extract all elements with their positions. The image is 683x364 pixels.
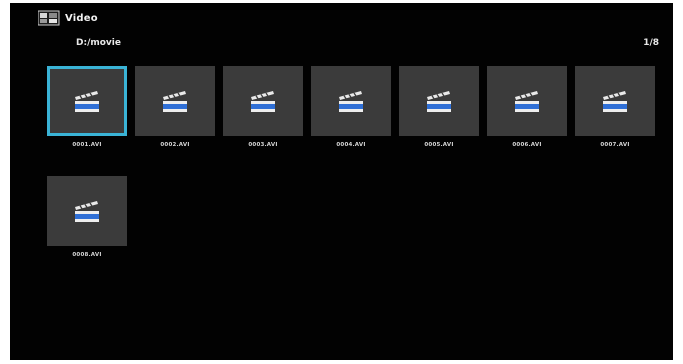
file-thumbnail[interactable] [223,66,303,136]
file-tile[interactable]: 0008.AVI [47,176,135,286]
file-thumbnail[interactable] [47,176,127,246]
file-tile[interactable]: 0001.AVI [47,66,135,176]
clapperboard-icon [603,91,627,112]
file-name: 0005.AVI [424,142,454,148]
page-indicator: 1/8 [643,38,659,48]
file-tile[interactable]: 0003.AVI [223,66,311,176]
clapperboard-icon [251,91,275,112]
current-path: D:/movie [76,38,121,48]
file-name: 0002.AVI [160,142,190,148]
file-thumbnail[interactable] [47,66,127,136]
clapperboard-icon [427,91,451,112]
file-name: 0004.AVI [336,142,366,148]
clapperboard-icon [515,91,539,112]
file-name: 0003.AVI [248,142,278,148]
video-browser-screen: Video D:/movie 1/8 0001.AVI 0002.AVI 0003.… [10,3,673,360]
file-thumbnail[interactable] [575,66,655,136]
file-thumbnail[interactable] [311,66,391,136]
file-name: 0007.AVI [600,142,630,148]
app-header: Video [38,9,98,27]
clapperboard-icon [75,91,99,112]
file-thumbnail[interactable] [399,66,479,136]
file-name: 0008.AVI [72,252,102,258]
file-name: 0001.AVI [72,142,102,148]
file-name: 0006.AVI [512,142,542,148]
file-thumbnail[interactable] [135,66,215,136]
file-tile[interactable]: 0004.AVI [311,66,399,176]
file-tile[interactable]: 0002.AVI [135,66,223,176]
file-tile[interactable]: 0007.AVI [575,66,663,176]
file-grid: 0001.AVI 0002.AVI 0003.AVI 0004.AVI 0005.AVI… [47,66,667,286]
clapperboard-icon [75,201,99,222]
file-thumbnail[interactable] [487,66,567,136]
clapperboard-icon [163,91,187,112]
video-folder-icon [38,10,60,26]
clapperboard-icon [339,91,363,112]
file-tile[interactable]: 0006.AVI [487,66,575,176]
app-title: Video [65,12,98,24]
file-tile[interactable]: 0005.AVI [399,66,487,176]
